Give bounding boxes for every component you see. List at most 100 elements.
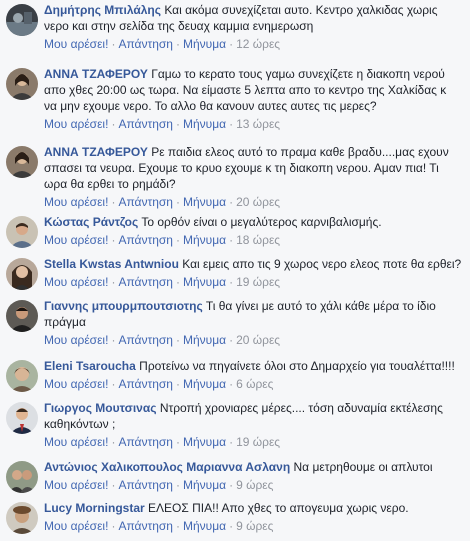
separator: · <box>111 117 116 131</box>
comment-text: ΕΛΕΟΣ ΠΙΑ!! Απο χθες το απογευμα χωρις ν… <box>148 501 409 515</box>
like-link[interactable]: Μου αρέσει! <box>44 37 108 51</box>
like-link[interactable]: Μου αρέσει! <box>44 377 108 391</box>
separator: · <box>175 195 180 209</box>
avatar[interactable] <box>6 216 38 248</box>
avatar[interactable] <box>6 4 38 36</box>
separator: · <box>111 435 116 449</box>
comment-actions: Μου αρέσει! · Απάντηση · Μήνυμα · 9 ώρες <box>44 478 462 492</box>
message-link[interactable]: Μήνυμα <box>183 435 226 449</box>
avatar[interactable] <box>6 360 38 392</box>
comment-author[interactable]: Αντώνιος Χαλικοπουλος Μαριαννα Ασλανη <box>44 460 290 474</box>
reply-link[interactable]: Απάντηση <box>118 275 173 289</box>
separator: · <box>229 37 234 51</box>
comment-timestamp[interactable]: 20 ώρες <box>236 195 280 209</box>
comment-timestamp[interactable]: 20 ώρες <box>236 333 280 347</box>
comment-timestamp[interactable]: 19 ώρες <box>236 275 280 289</box>
comment-author[interactable]: Lucy Morningstar <box>44 501 145 515</box>
comment-timestamp[interactable]: 13 ώρες <box>236 117 280 131</box>
avatar[interactable] <box>6 146 38 178</box>
separator: · <box>111 233 116 247</box>
reply-link[interactable]: Απάντηση <box>118 233 173 247</box>
reply-link[interactable]: Απάντηση <box>118 333 173 347</box>
comment-author[interactable]: Κώστας Ράντζος <box>44 215 138 229</box>
like-link[interactable]: Μου αρέσει! <box>44 117 108 131</box>
comment-actions: Μου αρέσει! · Απάντηση · Μήνυμα · 19 ώρες <box>44 435 462 449</box>
comment-author[interactable]: ΑΝΝΑ ΤΖΑΦΕΡΟΥ <box>44 67 148 81</box>
avatar-person-icon <box>6 502 38 534</box>
like-link[interactable]: Μου αρέσει! <box>44 333 108 347</box>
message-link[interactable]: Μήνυμα <box>183 195 226 209</box>
comment-author[interactable]: Eleni Tsaroucha <box>44 359 136 373</box>
reply-link[interactable]: Απάντηση <box>118 117 173 131</box>
separator: · <box>175 37 180 51</box>
comments-list: Δημήτρης Μπιλάλης Και ακόμα συνεχίζεται … <box>0 0 470 541</box>
message-link[interactable]: Μήνυμα <box>183 478 226 492</box>
comment-timestamp[interactable]: 18 ώρες <box>236 233 280 247</box>
separator: · <box>229 275 234 289</box>
reply-link[interactable]: Απάντηση <box>118 377 173 391</box>
separator: · <box>229 195 234 209</box>
comment-actions: Μου αρέσει! · Απάντηση · Μήνυμα · 20 ώρες <box>44 195 462 209</box>
avatar[interactable] <box>6 461 38 493</box>
comment-timestamp[interactable]: 12 ώρες <box>236 37 280 51</box>
avatar[interactable] <box>6 300 38 332</box>
separator: · <box>175 519 180 533</box>
reply-link[interactable]: Απάντηση <box>118 37 173 51</box>
comment-timestamp[interactable]: 9 ώρες <box>236 478 273 492</box>
comment-author[interactable]: Stella Kwstas Antwniou <box>44 257 179 271</box>
comment-timestamp[interactable]: 6 ώρες <box>236 377 273 391</box>
separator: · <box>229 117 234 131</box>
separator: · <box>111 519 116 533</box>
comment-author[interactable]: Γιωργος Μουτσινας <box>44 401 156 415</box>
like-link[interactable]: Μου αρέσει! <box>44 435 108 449</box>
message-link[interactable]: Μήνυμα <box>183 519 226 533</box>
separator: · <box>229 435 234 449</box>
reply-link[interactable]: Απάντηση <box>118 519 173 533</box>
separator: · <box>175 233 180 247</box>
separator: · <box>175 435 180 449</box>
avatar[interactable] <box>6 502 38 534</box>
message-link[interactable]: Μήνυμα <box>183 333 226 347</box>
comment-author[interactable]: Γιαννης μπουρμπουτσιοτης <box>44 299 203 313</box>
comment-timestamp[interactable]: 9 ώρες <box>236 519 273 533</box>
separator: · <box>111 377 116 391</box>
separator: · <box>175 478 180 492</box>
separator: · <box>229 333 234 347</box>
avatar-couple-icon <box>6 461 38 493</box>
avatar-dark-photo-icon <box>6 4 38 36</box>
message-link[interactable]: Μήνυμα <box>183 233 226 247</box>
separator: · <box>111 478 116 492</box>
message-link[interactable]: Μήνυμα <box>183 275 226 289</box>
avatar[interactable] <box>6 68 38 100</box>
like-link[interactable]: Μου αρέσει! <box>44 478 108 492</box>
like-link[interactable]: Μου αρέσει! <box>44 233 108 247</box>
separator: · <box>229 377 234 391</box>
separator: · <box>175 117 180 131</box>
separator: · <box>229 519 234 533</box>
avatar[interactable] <box>6 402 38 434</box>
like-link[interactable]: Μου αρέσει! <box>44 195 108 209</box>
message-link[interactable]: Μήνυμα <box>183 377 226 391</box>
avatar-person-icon <box>6 216 38 248</box>
avatar-person-icon <box>6 68 38 100</box>
reply-link[interactable]: Απάντηση <box>118 435 173 449</box>
reply-link[interactable]: Απάντηση <box>118 195 173 209</box>
avatar[interactable] <box>6 258 38 290</box>
avatar-person-icon <box>6 360 38 392</box>
reply-link[interactable]: Απάντηση <box>118 478 173 492</box>
comment-timestamp[interactable]: 19 ώρες <box>236 435 280 449</box>
separator: · <box>111 37 116 51</box>
message-link[interactable]: Μήνυμα <box>183 37 226 51</box>
comment-text: Το ορθόν είναι ο μεγαλύτερος καρνιβαλισμ… <box>141 215 382 229</box>
avatar-person-icon <box>6 402 38 434</box>
comment-actions: Μου αρέσει! · Απάντηση · Μήνυμα · 6 ώρες <box>44 377 462 391</box>
comment-author[interactable]: Δημήτρης Μπιλάλης <box>44 3 161 17</box>
separator: · <box>175 333 180 347</box>
like-link[interactable]: Μου αρέσει! <box>44 519 108 533</box>
separator: · <box>111 195 116 209</box>
avatar-person-icon <box>6 258 38 290</box>
message-link[interactable]: Μήνυμα <box>183 117 226 131</box>
comment-author[interactable]: ΑΝΝΑ ΤΖΑΦΕΡΟΥ <box>44 145 148 159</box>
like-link[interactable]: Μου αρέσει! <box>44 275 108 289</box>
separator: · <box>111 333 116 347</box>
